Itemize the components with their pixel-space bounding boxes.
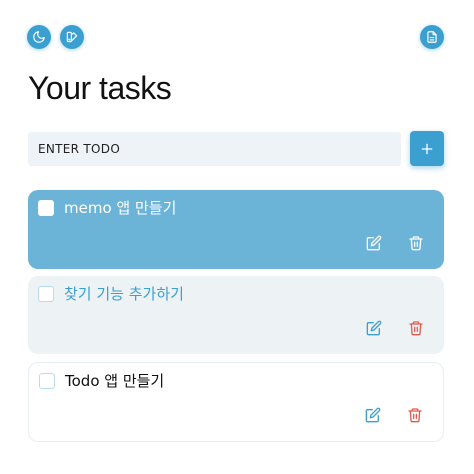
plus-icon (420, 142, 434, 156)
trash-icon[interactable] (407, 407, 423, 423)
edit-icon[interactable] (366, 320, 382, 336)
theme-toggle-button[interactable] (27, 25, 51, 49)
todo-checkbox[interactable] (38, 200, 54, 216)
document-icon (425, 30, 439, 44)
todo-item[interactable]: 찾기 기능 추가하기 (28, 276, 444, 354)
todo-item[interactable]: memo 앱 만들기 (28, 190, 444, 269)
edit-icon[interactable] (365, 407, 381, 423)
edit-icon[interactable] (366, 235, 382, 251)
todo-text: memo 앱 만들기 (64, 199, 177, 217)
page-title: Your tasks (28, 70, 172, 106)
trash-icon[interactable] (408, 320, 424, 336)
todo-checkbox[interactable] (38, 286, 54, 302)
palette-button[interactable] (60, 25, 84, 49)
todo-item[interactable]: Todo 앱 만들기 (28, 362, 444, 442)
trash-icon[interactable] (408, 235, 424, 251)
notes-button[interactable] (420, 25, 444, 49)
todo-checkbox[interactable] (39, 373, 55, 389)
add-todo-button[interactable] (410, 131, 444, 166)
todo-text: Todo 앱 만들기 (65, 372, 165, 390)
todo-input[interactable] (28, 132, 401, 166)
moon-icon (32, 30, 46, 44)
todo-input-row (28, 131, 444, 166)
palette-icon (65, 30, 79, 44)
todo-text: 찾기 기능 추가하기 (64, 285, 184, 303)
